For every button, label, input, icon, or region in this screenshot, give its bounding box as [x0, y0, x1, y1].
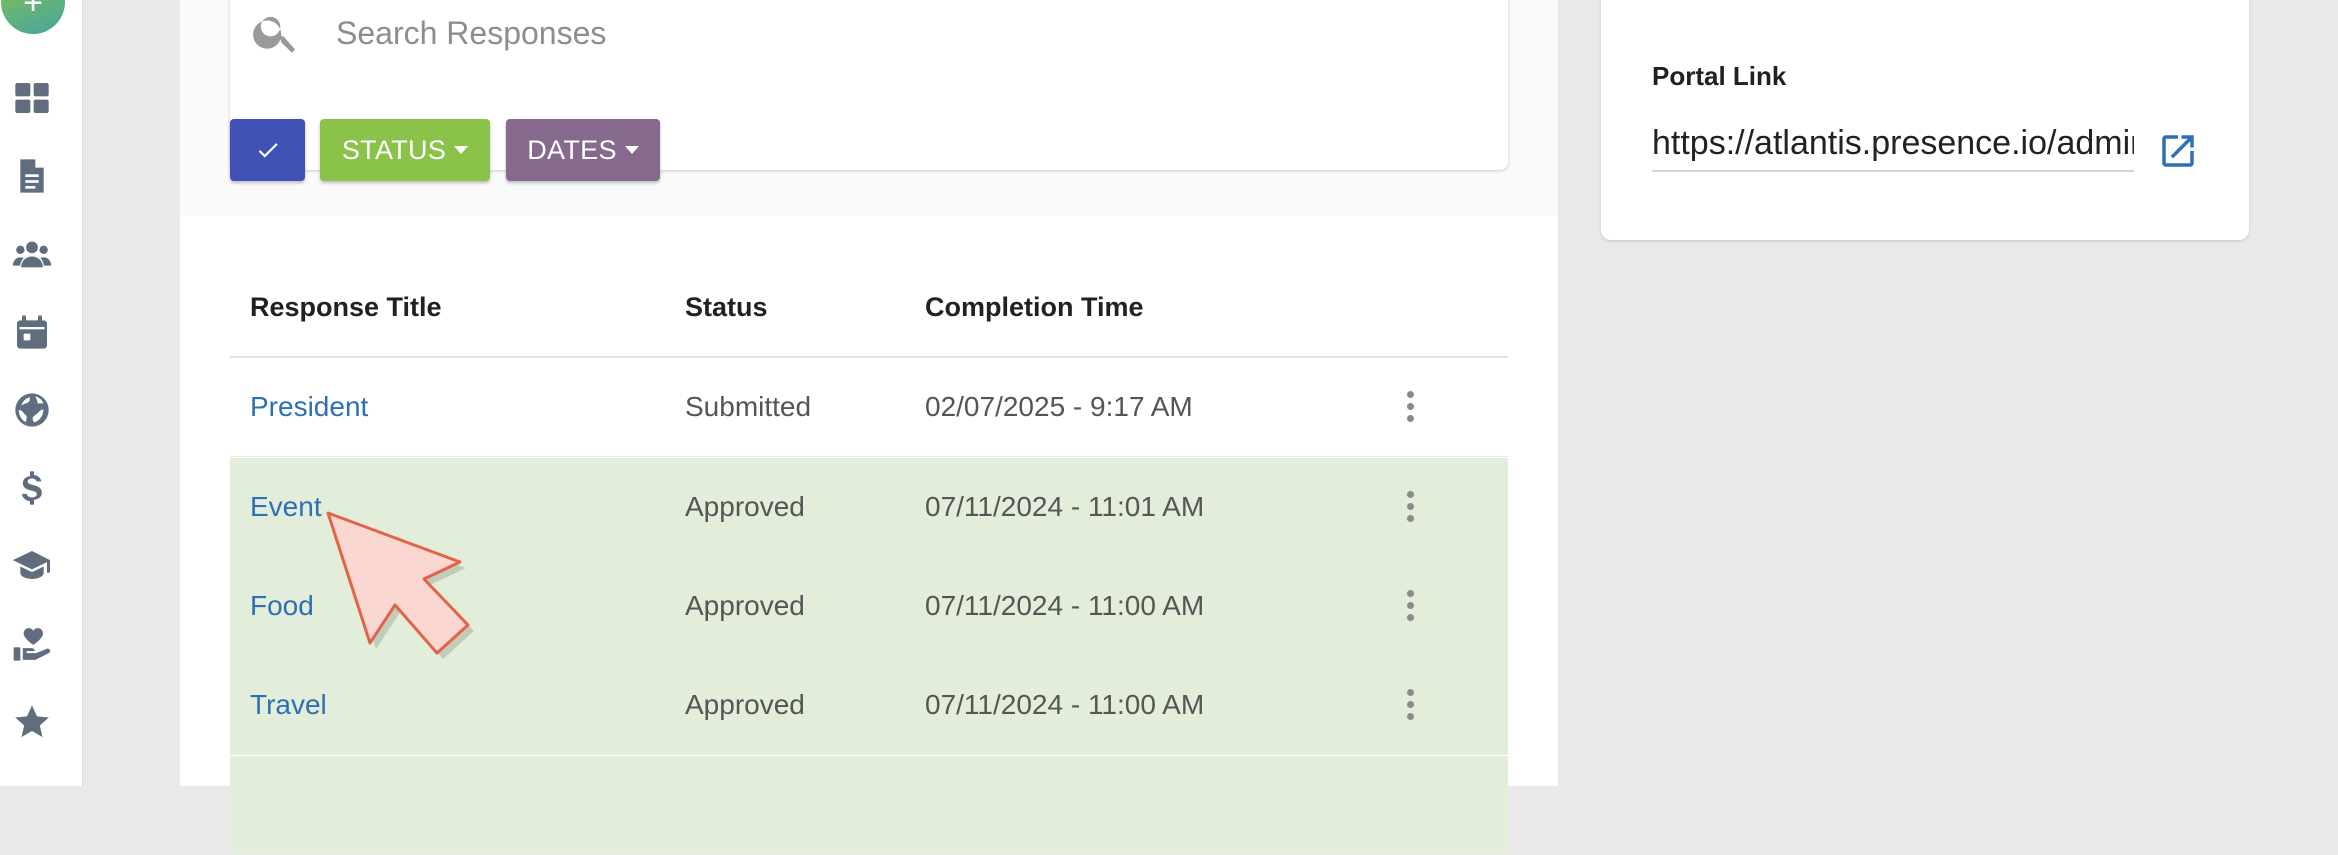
response-title-link[interactable]: Event — [250, 491, 322, 523]
table-row[interactable]: Travel Approved 07/11/2024 - 11:00 AM — [230, 656, 1508, 755]
check-icon — [258, 143, 278, 158]
status-cell: Approved — [685, 491, 805, 522]
open-in-new-icon[interactable] — [2157, 130, 2199, 172]
portal-link-field[interactable] — [1652, 116, 2134, 172]
nav-globe[interactable] — [8, 386, 56, 434]
status-filter-button[interactable]: STATUS — [320, 119, 490, 181]
status-filter-label: STATUS — [341, 134, 447, 165]
dates-filter-label: DATES — [527, 134, 617, 165]
status-cell: Submitted — [685, 391, 812, 422]
dates-filter-button[interactable]: DATES — [506, 119, 660, 181]
nav-users[interactable] — [8, 230, 56, 278]
row-menu-kebab-icon[interactable] — [1404, 587, 1416, 625]
status-cell: Approved — [685, 590, 805, 621]
row-menu-kebab-icon[interactable] — [1404, 488, 1416, 526]
hand-heart-icon — [13, 628, 51, 661]
search-icon — [250, 6, 302, 58]
pointer-arrow-icon — [318, 505, 478, 665]
response-title-link[interactable]: Food — [250, 590, 314, 622]
nav-documents[interactable] — [8, 152, 56, 200]
select-all-check-button[interactable] — [230, 119, 305, 181]
nav-education[interactable] — [8, 542, 56, 590]
nav-calendar[interactable] — [8, 308, 56, 356]
completion-time-cell: 07/11/2024 - 11:00 AM — [925, 590, 1205, 621]
completion-time-cell: 02/07/2025 - 9:17 AM — [925, 391, 1193, 422]
caret-down-icon — [454, 146, 469, 154]
plus-icon: + — [23, 0, 43, 22]
left-sidebar: + — [0, 0, 83, 786]
nav-favorites[interactable] — [8, 698, 56, 746]
column-header-status[interactable]: Status — [685, 292, 768, 323]
status-cell: Approved — [685, 689, 805, 720]
calendar-icon — [17, 315, 47, 349]
portal-link-card: Portal Link — [1601, 0, 2249, 240]
document-icon — [20, 159, 44, 193]
star-icon — [15, 705, 49, 738]
globe-icon — [15, 393, 49, 427]
table-row[interactable] — [230, 756, 1508, 855]
row-menu-kebab-icon[interactable] — [1404, 686, 1416, 724]
response-title-link[interactable]: President — [250, 391, 368, 423]
column-header-title[interactable]: Response Title — [250, 292, 442, 323]
column-header-completion-time[interactable]: Completion Time — [925, 292, 1144, 323]
dashboard-icon — [15, 83, 49, 113]
graduation-cap-icon — [12, 551, 51, 579]
table-row[interactable]: President Submitted 02/07/2025 - 9:17 AM — [230, 358, 1508, 457]
nav-volunteer[interactable] — [8, 620, 56, 668]
users-icon — [12, 241, 52, 268]
search-input[interactable] — [334, 6, 1438, 60]
caret-down-icon — [624, 146, 639, 154]
completion-time-cell: 07/11/2024 - 11:00 AM — [925, 689, 1205, 720]
add-fab-button[interactable]: + — [1, 0, 65, 34]
nav-dashboard[interactable] — [8, 74, 56, 122]
nav-finance[interactable] — [8, 464, 56, 512]
row-menu-kebab-icon[interactable] — [1404, 388, 1416, 426]
portal-link-label: Portal Link — [1652, 61, 1787, 91]
completion-time-cell: 07/11/2024 - 11:01 AM — [925, 491, 1205, 522]
response-title-link[interactable]: Travel — [250, 689, 327, 721]
dollar-icon — [22, 471, 42, 505]
